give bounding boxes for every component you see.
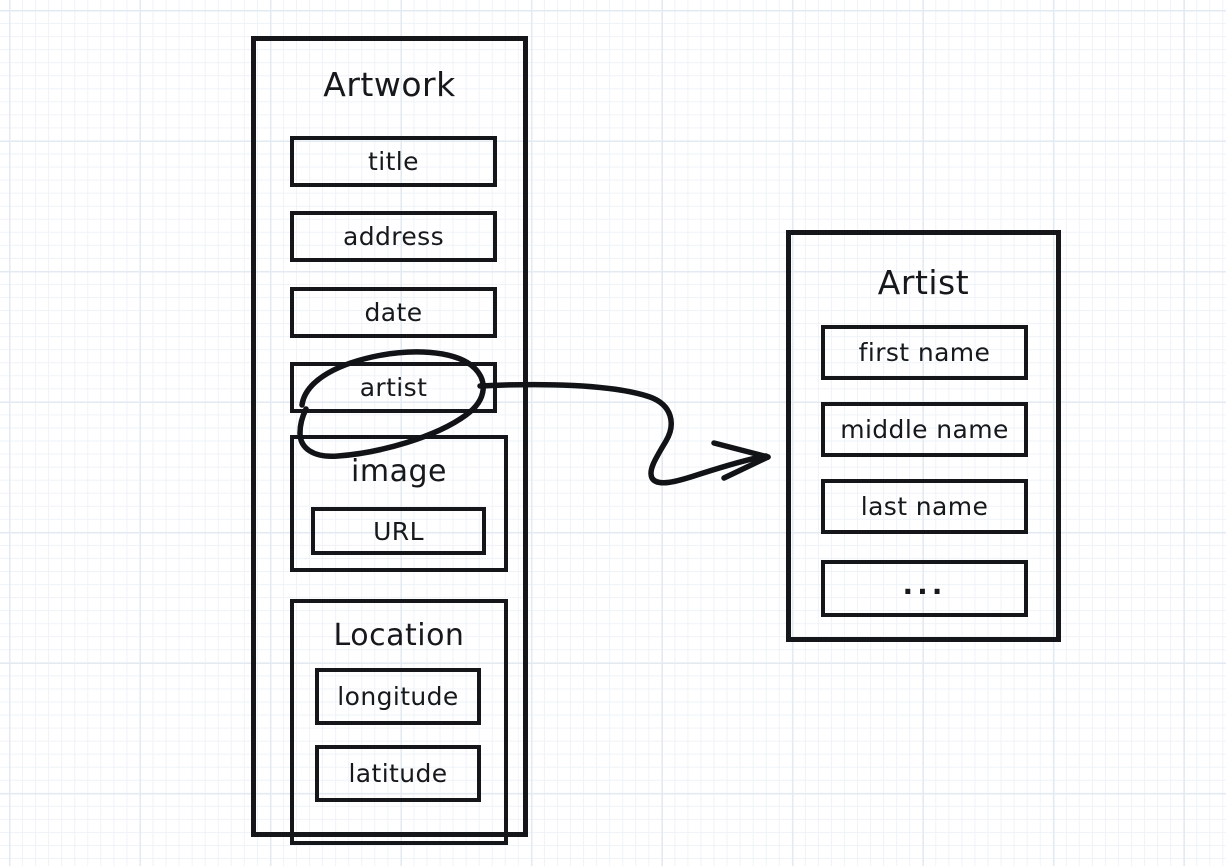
entity-artist[interactable]: Artist first name middle name last name … (786, 230, 1061, 642)
group-location[interactable]: Location longitude latitude (290, 599, 508, 845)
field-title-label: title (368, 147, 419, 176)
field-title[interactable]: title (290, 136, 497, 187)
diagram-canvas: Artwork title address date artist image … (0, 0, 1226, 866)
field-first-name[interactable]: first name (821, 325, 1028, 380)
field-more-label: ... (902, 567, 947, 601)
group-image-title: image (351, 454, 447, 489)
arrowhead-lower (721, 454, 771, 481)
field-address[interactable]: address (290, 211, 497, 262)
field-middle-name[interactable]: middle name (821, 402, 1028, 457)
field-url-label: URL (373, 516, 424, 546)
field-artist-label: artist (359, 373, 428, 402)
field-longitude[interactable]: longitude (315, 668, 481, 725)
field-address-label: address (342, 222, 445, 251)
arrowhead (711, 440, 771, 460)
group-location-title: Location (333, 618, 465, 653)
field-latitude-label: latitude (348, 759, 448, 788)
field-date[interactable]: date (290, 287, 497, 338)
entity-artist-title: Artist (877, 263, 970, 302)
entity-artwork[interactable]: Artwork title address date artist image … (251, 36, 528, 845)
field-last-name-label: last name (860, 492, 989, 521)
field-first-name-label: first name (858, 338, 991, 367)
field-middle-name-label: middle name (840, 415, 1009, 444)
field-more[interactable]: ... (821, 560, 1028, 617)
entity-artwork-title: Artwork (323, 65, 456, 104)
field-longitude-label: longitude (337, 682, 459, 711)
field-artist[interactable]: artist (290, 362, 497, 413)
group-image[interactable]: image URL (290, 435, 508, 572)
field-last-name[interactable]: last name (821, 479, 1028, 534)
field-latitude[interactable]: latitude (315, 745, 481, 802)
field-url[interactable]: URL (311, 507, 486, 555)
field-date-label: date (364, 298, 423, 327)
